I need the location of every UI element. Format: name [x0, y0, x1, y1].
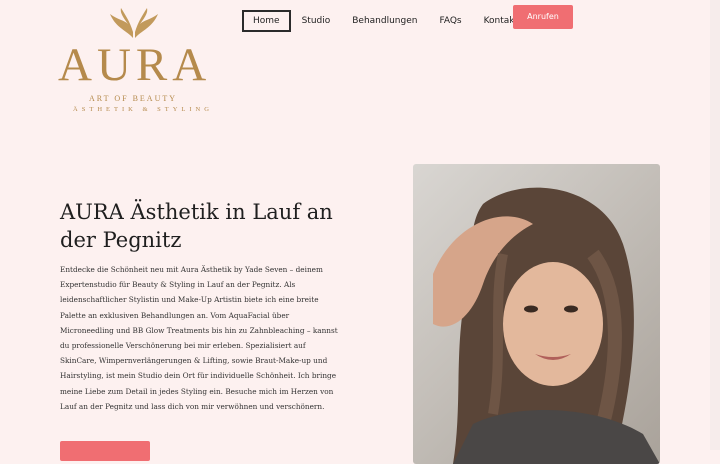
- brand-tagline-1: ART OF BEAUTY: [88, 94, 178, 103]
- brand-logo[interactable]: AURA ART OF BEAUTY ÄSTHETIK & STYLING: [58, 8, 212, 113]
- hero-text: Entdecke die Schönheit neu mit Aura Ästh…: [60, 265, 338, 411]
- call-button[interactable]: Anrufen: [513, 5, 573, 29]
- hero-title: AURA Ästhetik in Lauf an der Pegnitz: [60, 200, 333, 252]
- wings-icon: [110, 8, 158, 38]
- brand-name: AURA: [58, 39, 212, 91]
- main-nav: Home Studio Behandlungen FAQs Kontakt: [242, 10, 529, 32]
- portrait-illustration: [433, 187, 660, 464]
- nav-studio[interactable]: Studio: [291, 10, 342, 32]
- nav-behandlungen[interactable]: Behandlungen: [341, 10, 428, 32]
- cta-button[interactable]: [60, 441, 150, 461]
- scrollbar-track[interactable]: [710, 0, 720, 450]
- brand-tagline-2: ÄSTHETIK & STYLING: [73, 106, 213, 113]
- nav-home[interactable]: Home: [242, 10, 291, 32]
- portrait-photo: [413, 164, 660, 464]
- nav-faqs[interactable]: FAQs: [428, 10, 472, 32]
